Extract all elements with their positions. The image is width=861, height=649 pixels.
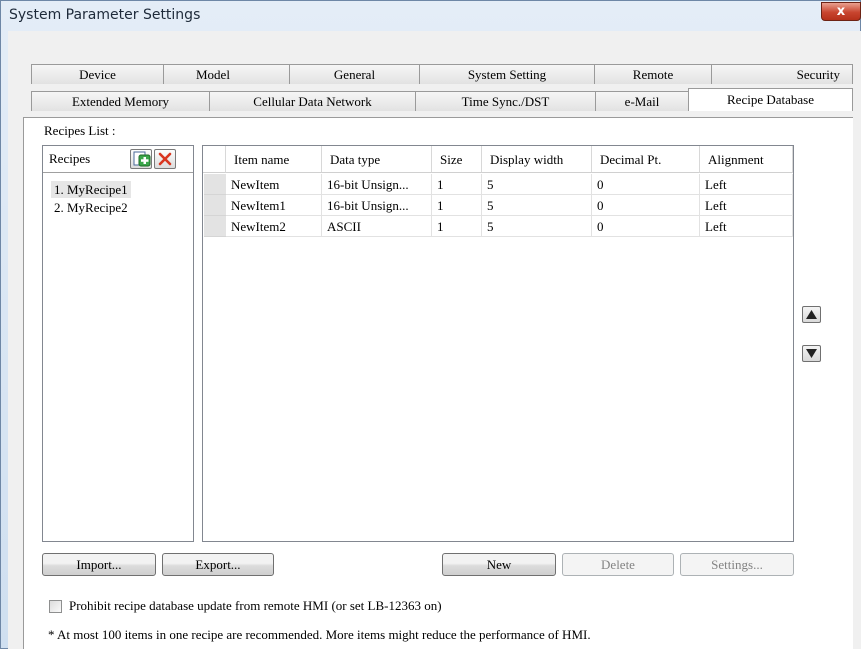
row-header-corner [203, 146, 226, 173]
move-down-button[interactable] [802, 345, 821, 362]
table-cell[interactable]: Left [700, 195, 793, 216]
column-header-item-name[interactable]: Item name [226, 146, 322, 173]
recipes-list-label: Recipes List : [44, 123, 116, 138]
tab-system-setting[interactable]: System Setting [419, 64, 595, 84]
close-button[interactable]: x [821, 2, 861, 21]
triangle-down-icon [806, 349, 817, 358]
tab-e-mail[interactable]: e-Mail [595, 91, 689, 111]
import-button[interactable]: Import... [42, 553, 156, 576]
table-cell[interactable]: 5 [482, 195, 592, 216]
table-cell[interactable]: 0 [592, 216, 700, 237]
table-cell[interactable]: Left [700, 174, 793, 195]
tab-remote[interactable]: Remote [594, 64, 712, 84]
delete-recipe-button[interactable] [154, 149, 176, 169]
tab-cellular-data-network[interactable]: Cellular Data Network [209, 91, 416, 111]
settings-button[interactable]: Settings... [680, 553, 794, 576]
title-bar[interactable]: System Parameter Settings x [1, 1, 861, 31]
table-cell[interactable]: 16-bit Unsign... [322, 174, 432, 195]
prohibit-update-checkbox[interactable] [49, 600, 62, 613]
delete-recipe-icon [158, 152, 172, 166]
table-cell[interactable]: ASCII [322, 216, 432, 237]
delete-button[interactable]: Delete [562, 553, 674, 576]
tab-model[interactable]: Model [163, 64, 290, 84]
recipes-list[interactable]: Recipes 1. MyRecipe1 2. MyRecipe2 [42, 145, 194, 542]
triangle-up-icon [806, 310, 817, 319]
export-button[interactable]: Export... [162, 553, 274, 576]
move-up-button[interactable] [802, 306, 821, 323]
row-header[interactable] [204, 216, 226, 237]
tab-security[interactable]: Security [711, 64, 853, 84]
recipe-items-table[interactable]: Item name Data type Size Display width D… [202, 145, 794, 542]
row-header[interactable] [204, 195, 226, 216]
prohibit-update-label[interactable]: Prohibit recipe database update from rem… [69, 598, 442, 614]
tab-general[interactable]: General [289, 64, 420, 84]
table-cell[interactable]: NewItem [226, 174, 322, 195]
add-recipe-button[interactable] [130, 149, 152, 169]
column-header-size[interactable]: Size [432, 146, 482, 173]
table-cell[interactable]: Left [700, 216, 793, 237]
recipes-header-label: Recipes [49, 151, 91, 166]
close-icon: x [836, 4, 846, 19]
column-header-alignment[interactable]: Alignment [700, 146, 793, 173]
tab-time-sync-dst[interactable]: Time Sync./DST [415, 91, 596, 111]
new-button[interactable]: New [442, 553, 556, 576]
add-recipe-icon [133, 151, 151, 167]
column-header-decimal-pt[interactable]: Decimal Pt. [592, 146, 700, 173]
table-cell[interactable]: 5 [482, 216, 592, 237]
table-cell[interactable]: 0 [592, 195, 700, 216]
recipe-item-1[interactable]: 1. MyRecipe1 [51, 181, 131, 198]
table-cell[interactable]: NewItem1 [226, 195, 322, 216]
recipes-list-header: Recipes [43, 146, 193, 173]
column-header-data-type[interactable]: Data type [322, 146, 432, 173]
row-header[interactable] [204, 174, 226, 195]
recommendation-note: * At most 100 items in one recipe are re… [48, 627, 591, 642]
table-cell[interactable]: 0 [592, 174, 700, 195]
tab-extended-memory[interactable]: Extended Memory [31, 91, 210, 111]
table-cell[interactable]: 1 [432, 174, 482, 195]
tab-device[interactable]: Device [31, 64, 164, 84]
table-cell[interactable]: NewItem2 [226, 216, 322, 237]
table-cell[interactable]: 1 [432, 195, 482, 216]
table-cell[interactable]: 1 [432, 216, 482, 237]
column-header-display-width[interactable]: Display width [482, 146, 592, 173]
recipe-item-2[interactable]: 2. MyRecipe2 [51, 199, 131, 216]
window-title: System Parameter Settings [9, 7, 201, 23]
table-cell[interactable]: 5 [482, 174, 592, 195]
table-cell[interactable]: 16-bit Unsign... [322, 195, 432, 216]
tab-recipe-database[interactable]: Recipe Database [688, 88, 853, 111]
